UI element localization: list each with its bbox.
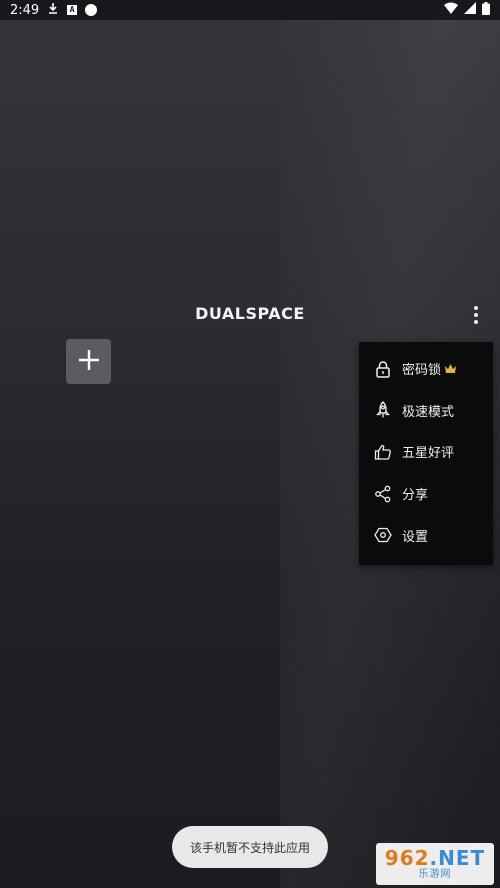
app-logo: DUALSPACE <box>195 304 305 323</box>
status-bar: 2:49 A <box>0 0 500 20</box>
menu-item-share[interactable]: 分享 <box>359 473 493 515</box>
menu-item-label: 分享 <box>402 488 429 504</box>
menu-item-label: 极速模式 <box>402 404 455 420</box>
menu-item-settings[interactable]: 设置 <box>359 514 493 556</box>
toast-message: 该手机暂不支持此应用 <box>172 826 328 868</box>
settings-icon <box>373 525 393 545</box>
a-badge-icon: A <box>67 5 78 15</box>
status-time: 2:49 <box>10 2 40 18</box>
signal-icon <box>464 2 476 18</box>
menu-item-label: 密码锁 <box>402 363 442 379</box>
menu-item-speed-mode[interactable]: 极速模式 <box>359 390 493 432</box>
thumbs-up-icon <box>373 442 393 462</box>
watermark-subtitle: 乐游网 <box>418 869 452 880</box>
overflow-menu: 密码锁 极速模式 五星好评 分享 设置 <box>359 342 493 565</box>
watermark-logo: 962.NET <box>384 846 486 870</box>
rocket-icon <box>373 400 393 420</box>
menu-item-label: 设置 <box>402 529 429 545</box>
menu-item-lock[interactable]: 密码锁 <box>359 348 493 390</box>
crown-icon <box>445 364 457 374</box>
circle-icon <box>85 4 98 16</box>
plus-icon <box>77 348 101 376</box>
menu-item-label: 五星好评 <box>402 446 455 462</box>
battery-icon <box>482 1 490 19</box>
lock-icon <box>373 359 393 379</box>
download-icon <box>47 2 59 18</box>
share-icon <box>373 484 393 504</box>
menu-item-rate[interactable]: 五星好评 <box>359 431 493 473</box>
site-watermark: 962.NET 乐游网 <box>376 843 494 885</box>
more-vertical-icon[interactable] <box>466 302 486 328</box>
add-app-button[interactable] <box>66 339 111 384</box>
toast-text: 该手机暂不支持此应用 <box>189 840 310 855</box>
wifi-icon <box>444 2 458 18</box>
